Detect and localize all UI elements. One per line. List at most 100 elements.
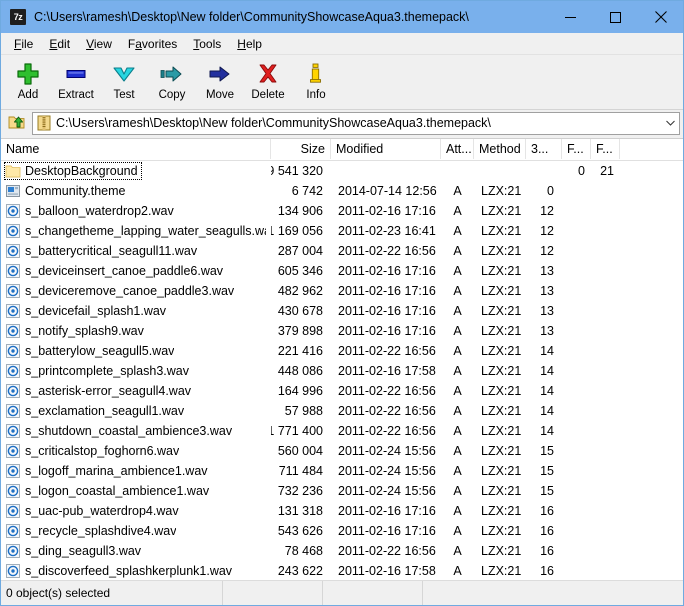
cell-method: LZX:21 [481, 464, 522, 478]
table-row[interactable]: s_batterylow_seagull5.wav 221 416 2011-02-… [1, 341, 683, 361]
cell-name[interactable]: s_deviceinsert_canoe_paddle6.wav [1, 261, 271, 281]
wav-icon [5, 423, 21, 439]
cell-modified: 2011-02-16 17:16 [338, 204, 436, 218]
file-name: s_uac-pub_waterdrop4.wav [25, 504, 179, 518]
status-bar: 0 object(s) selected [1, 580, 683, 605]
table-row[interactable]: s_asterisk-error_seagull4.wav 164 996 2011… [1, 381, 683, 401]
cell-name[interactable]: s_logon_coastal_ambience1.wav [1, 481, 271, 501]
column-header-block[interactable]: 3... [526, 139, 562, 159]
wav-icon [5, 483, 21, 499]
wav-icon [5, 563, 21, 579]
cell-name[interactable]: s_recycle_splashdive4.wav [1, 521, 271, 541]
cell-name[interactable]: s_criticalstop_foghorn6.wav [1, 441, 271, 461]
table-row[interactable]: s_printcomplete_splash3.wav 448 086 2011-0… [1, 361, 683, 381]
cell-name[interactable]: s_batterycritical_seagull11.wav [1, 241, 271, 261]
cell-name[interactable]: s_notify_splash9.wav [1, 321, 271, 341]
cell-name[interactable]: s_asterisk-error_seagull4.wav [1, 381, 271, 401]
toolbar: Add Extract Test Copy Move Delete Info [1, 55, 683, 110]
add-button[interactable]: Add [4, 57, 52, 105]
menu-tools[interactable]: Tools [185, 35, 229, 53]
info-button[interactable]: Info [292, 57, 340, 105]
chevron-down-icon[interactable] [662, 113, 679, 134]
cell-name[interactable]: s_batterylow_seagull5.wav [1, 341, 271, 361]
cell-size: 287 004 [277, 244, 323, 258]
status-pane-3 [323, 581, 423, 605]
cell-modified: 2011-02-22 16:56 [338, 544, 436, 558]
maximize-button[interactable] [593, 1, 638, 33]
table-row[interactable]: s_shutdown_coastal_ambience3.wav 1 771 40… [1, 421, 683, 441]
cell-modified: 2011-02-22 16:56 [338, 404, 436, 418]
cell-name[interactable]: s_discoverfeed_splashkerplunk1.wav [1, 561, 271, 580]
table-row[interactable]: s_uac-pub_waterdrop4.wav 131 318 2011-02-1… [1, 501, 683, 521]
cell-name[interactable]: s_devicefail_splash1.wav [1, 301, 271, 321]
cell-block: 14 [540, 424, 554, 438]
cell-name[interactable]: s_printcomplete_splash3.wav [1, 361, 271, 381]
table-row[interactable]: s_discoverfeed_splashkerplunk1.wav 243 62… [1, 561, 683, 580]
cell-name[interactable]: s_changetheme_lapping_water_seagulls.wav [1, 221, 271, 241]
test-button[interactable]: Test [100, 57, 148, 105]
menu-favorites[interactable]: Favorites [120, 35, 185, 53]
column-header-attributes[interactable]: Att... [441, 139, 474, 159]
column-header-modified[interactable]: Modified [331, 139, 441, 159]
minimize-button[interactable] [548, 1, 593, 33]
wav-icon [5, 523, 21, 539]
column-header-method[interactable]: Method [474, 139, 526, 159]
up-one-level-button[interactable] [4, 111, 30, 135]
delete-button[interactable]: Delete [244, 57, 292, 105]
cell-block: 16 [540, 504, 554, 518]
table-row[interactable]: s_notify_splash9.wav 379 898 2011-02-16 17… [1, 321, 683, 341]
cell-name[interactable]: s_uac-pub_waterdrop4.wav [1, 501, 271, 521]
table-row[interactable]: s_recycle_splashdive4.wav 543 626 2011-02-… [1, 521, 683, 541]
table-row[interactable]: s_exclamation_seagull1.wav 57 988 2011-02-… [1, 401, 683, 421]
table-row[interactable]: s_batterycritical_seagull11.wav 287 004 20… [1, 241, 683, 261]
table-row[interactable]: s_logoff_marina_ambience1.wav 711 484 2011… [1, 461, 683, 481]
column-header-folders[interactable]: F... [562, 139, 591, 159]
cell-name[interactable]: s_balloon_waterdrop2.wav [1, 201, 271, 221]
copy-button[interactable]: Copy [148, 57, 196, 105]
cell-files [591, 401, 620, 421]
table-row[interactable]: s_deviceremove_canoe_paddle3.wav 482 962 2… [1, 281, 683, 301]
table-row[interactable]: s_criticalstop_foghorn6.wav 560 004 2011-0… [1, 441, 683, 461]
close-button[interactable] [638, 1, 683, 33]
cell-name[interactable]: DesktopBackground [1, 161, 271, 181]
window-controls [548, 1, 683, 33]
cell-name[interactable]: s_ding_seagull3.wav [1, 541, 271, 561]
add-label: Add [17, 89, 39, 101]
cell-name[interactable]: s_logoff_marina_ambience1.wav [1, 461, 271, 481]
file-name: s_criticalstop_foghorn6.wav [25, 444, 180, 458]
menu-view[interactable]: View [78, 35, 120, 53]
cell-files: 21 [600, 164, 614, 178]
path-combobox[interactable]: C:\Users\ramesh\Desktop\New folder\Commu… [32, 111, 680, 135]
menu-help[interactable]: Help [229, 35, 270, 53]
cell-size: 78 468 [284, 544, 323, 558]
cell-attributes: A [453, 424, 462, 438]
column-header-size[interactable]: Size [271, 139, 331, 159]
cell-name[interactable]: s_shutdown_coastal_ambience3.wav [1, 421, 271, 441]
table-row[interactable]: s_changetheme_lapping_water_seagulls.wav… [1, 221, 683, 241]
column-header-files[interactable]: F... [591, 139, 620, 159]
folder-icon [5, 163, 21, 179]
cell-block: 16 [540, 544, 554, 558]
up-one-level-icon [8, 113, 26, 134]
cell-size: 379 898 [277, 324, 323, 338]
menu-file[interactable]: File [6, 35, 41, 53]
cell-name[interactable]: s_exclamation_seagull1.wav [1, 401, 271, 421]
table-row[interactable]: s_logon_coastal_ambience1.wav 732 236 2011… [1, 481, 683, 501]
column-header-name[interactable]: Name [1, 139, 271, 159]
cell-size: 243 622 [277, 564, 323, 578]
extract-button[interactable]: Extract [52, 57, 100, 105]
move-button[interactable]: Move [196, 57, 244, 105]
table-row[interactable]: s_devicefail_splash1.wav 430 678 2011-02-1… [1, 301, 683, 321]
table-row[interactable]: Community.theme 6 742 2014-07-14 12:56 A LZX… [1, 181, 683, 201]
cell-attributes: A [453, 524, 462, 538]
table-row[interactable]: DesktopBackground 19 541 320 0 21 [1, 161, 683, 181]
table-row[interactable]: s_deviceinsert_canoe_paddle6.wav 605 346 2… [1, 261, 683, 281]
table-row[interactable]: s_balloon_waterdrop2.wav 134 906 2011-02-1… [1, 201, 683, 221]
table-row[interactable]: s_ding_seagull3.wav 78 468 2011-02-22 16:5… [1, 541, 683, 561]
status-pane-2 [223, 581, 323, 605]
menu-edit[interactable]: Edit [41, 35, 78, 53]
wav-icon [5, 243, 21, 259]
cell-name[interactable]: s_deviceremove_canoe_paddle3.wav [1, 281, 271, 301]
cell-name[interactable]: Community.theme [1, 181, 271, 201]
cell-block: 12 [540, 224, 554, 238]
